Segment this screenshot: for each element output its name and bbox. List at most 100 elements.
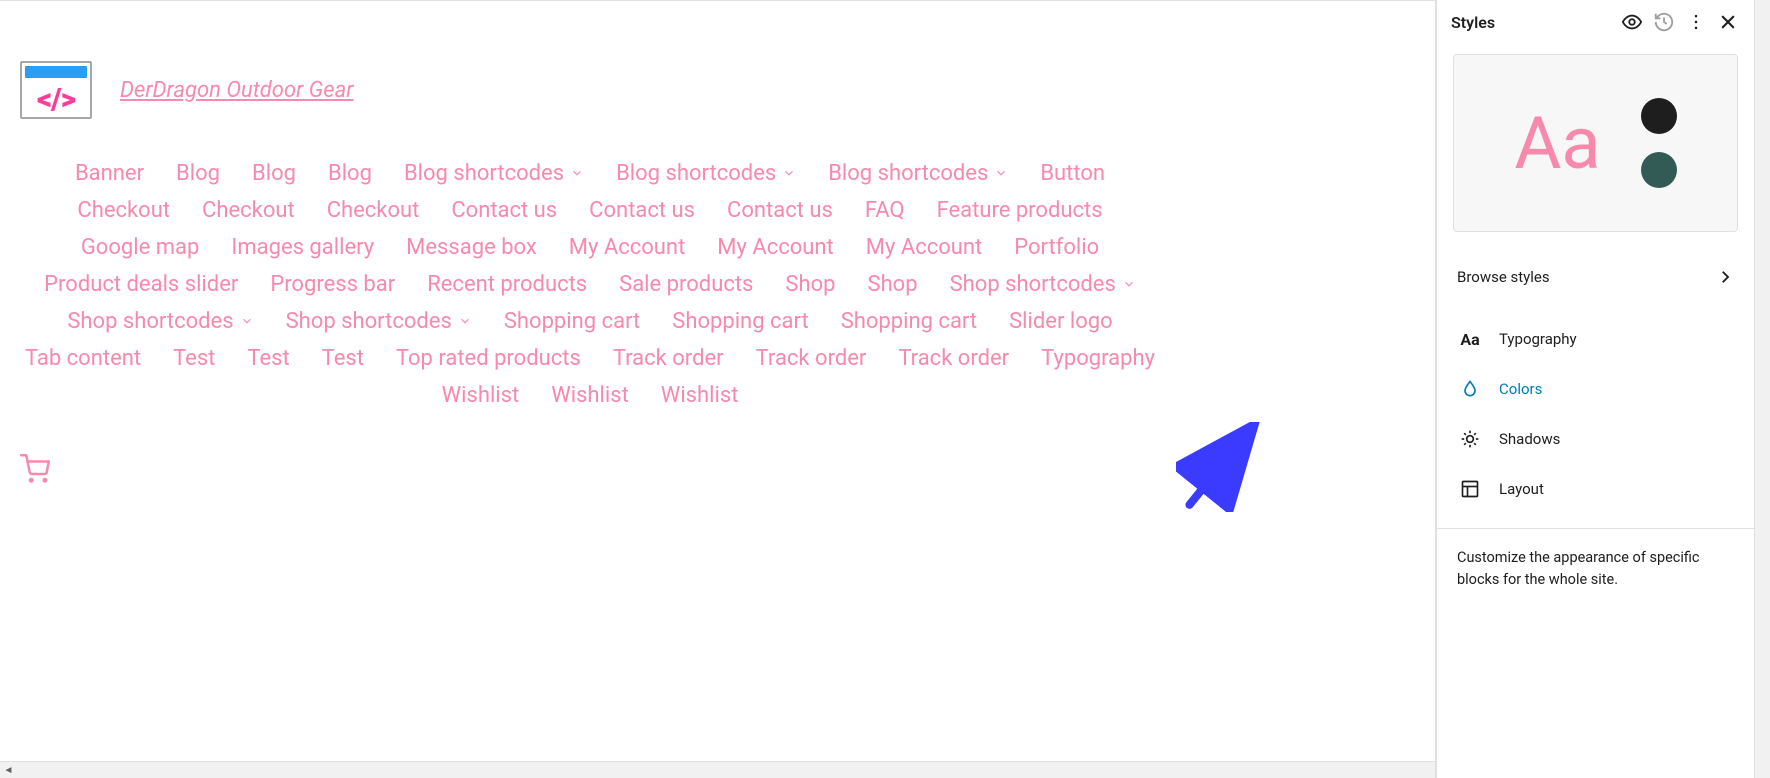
nav-item-label: Images gallery: [231, 235, 374, 260]
nav-item[interactable]: Blog shortcodes: [616, 161, 796, 186]
logo-body: </>: [22, 81, 90, 117]
nav-item-label: Contact us: [589, 198, 695, 223]
nav-item[interactable]: Track order: [898, 346, 1009, 371]
nav-item[interactable]: Track order: [613, 346, 724, 371]
nav-item-label: Sale products: [619, 272, 753, 297]
nav-item-label: Track order: [898, 346, 1009, 371]
nav-item-label: Google map: [81, 235, 200, 260]
nav-item-label: Contact us: [451, 198, 557, 223]
colors-icon: [1459, 378, 1481, 400]
logo-bar: [25, 66, 87, 78]
nav-item[interactable]: Shopping cart: [841, 309, 977, 334]
nav-item[interactable]: Portfolio: [1014, 235, 1099, 260]
horizontal-scrollbar[interactable]: ◄: [0, 761, 1435, 778]
nav-item[interactable]: Progress bar: [270, 272, 395, 297]
nav-item[interactable]: Google map: [81, 235, 200, 260]
swatch-secondary: [1641, 152, 1677, 188]
nav-item[interactable]: My Account: [866, 235, 982, 260]
typography-icon: Aa: [1459, 328, 1481, 350]
app-root: </> DerDragon Outdoor Gear Banner Blog Blo…: [0, 0, 1770, 778]
nav-item[interactable]: Button: [1040, 161, 1105, 186]
nav-item[interactable]: Message box: [406, 235, 537, 260]
nav-item[interactable]: Typography: [1041, 346, 1155, 371]
nav-item[interactable]: Tab content: [25, 346, 141, 371]
nav-item[interactable]: Test: [247, 346, 289, 371]
nav-item-label: Slider logo: [1009, 309, 1113, 334]
cart-icon[interactable]: [20, 469, 50, 488]
nav-item[interactable]: FAQ: [865, 198, 905, 223]
nav-item[interactable]: Images gallery: [231, 235, 374, 260]
nav-item[interactable]: Product deals slider: [44, 272, 238, 297]
code-icon: </>: [37, 82, 75, 117]
nav-item-label: Wishlist: [442, 383, 520, 408]
nav-item[interactable]: Blog: [328, 161, 372, 186]
nav-item[interactable]: Track order: [756, 346, 867, 371]
nav-item-label: Button: [1040, 161, 1105, 186]
nav-item-label: Recent products: [427, 272, 587, 297]
nav-item[interactable]: Wishlist: [661, 383, 739, 408]
nav-item-label: Shop shortcodes: [67, 309, 233, 334]
sidebar-title: Styles: [1451, 13, 1612, 32]
nav-item[interactable]: Banner: [75, 161, 144, 186]
style-option-shadows[interactable]: Shadows: [1437, 414, 1754, 464]
close-icon[interactable]: [1716, 10, 1740, 34]
nav-item-label: Blog shortcodes: [404, 161, 564, 186]
cart-row: [20, 454, 1415, 488]
swatch-primary: [1641, 98, 1677, 134]
nav-item[interactable]: Checkout: [202, 198, 295, 223]
style-book-icon[interactable]: [1620, 10, 1644, 34]
nav-item-label: Shop: [785, 272, 835, 297]
style-option-label: Layout: [1499, 480, 1544, 498]
nav-item[interactable]: Blog shortcodes: [828, 161, 1008, 186]
nav-item[interactable]: Shopping cart: [504, 309, 640, 334]
nav-item-label: My Account: [569, 235, 685, 260]
nav-item-label: Test: [247, 346, 289, 371]
nav-item[interactable]: Blog shortcodes: [404, 161, 584, 186]
nav-item[interactable]: Shop shortcodes: [67, 309, 253, 334]
nav-item[interactable]: Wishlist: [442, 383, 520, 408]
nav-item[interactable]: Feature products: [937, 198, 1103, 223]
nav-item[interactable]: Sale products: [619, 272, 753, 297]
nav-item-label: Shopping cart: [672, 309, 808, 334]
nav-item[interactable]: Shop: [868, 272, 918, 297]
site-title-link[interactable]: DerDragon Outdoor Gear: [120, 78, 353, 103]
nav-item[interactable]: My Account: [717, 235, 833, 260]
right-scrollbar[interactable]: [1754, 0, 1770, 778]
nav-item-label: Blog shortcodes: [828, 161, 988, 186]
scroll-left-icon[interactable]: ◄: [0, 762, 17, 778]
nav-item-label: FAQ: [865, 198, 905, 223]
nav-item[interactable]: Slider logo: [1009, 309, 1113, 334]
style-option-colors[interactable]: Colors: [1437, 364, 1754, 414]
site-logo[interactable]: </>: [20, 61, 92, 119]
nav-item[interactable]: Test: [173, 346, 215, 371]
nav-item[interactable]: Top rated products: [396, 346, 581, 371]
color-swatches: [1641, 98, 1677, 188]
editor-canvas[interactable]: </> DerDragon Outdoor Gear Banner Blog Blo…: [0, 1, 1435, 778]
nav-item-label: Shopping cart: [504, 309, 640, 334]
nav-item[interactable]: Shop: [785, 272, 835, 297]
browse-styles-row[interactable]: Browse styles: [1437, 250, 1754, 304]
nav-item[interactable]: My Account: [569, 235, 685, 260]
nav-item[interactable]: Wishlist: [551, 383, 629, 408]
typography-preview: Aa: [1514, 101, 1600, 186]
nav-item[interactable]: Checkout: [327, 198, 420, 223]
nav-item[interactable]: Test: [322, 346, 364, 371]
style-option-typography[interactable]: AaTypography: [1437, 314, 1754, 364]
nav-item[interactable]: Contact us: [451, 198, 557, 223]
nav-item[interactable]: Shop shortcodes: [286, 309, 472, 334]
nav-item[interactable]: Blog: [176, 161, 220, 186]
style-preview-card[interactable]: Aa: [1453, 54, 1738, 232]
nav-item-label: Track order: [613, 346, 724, 371]
nav-item-label: Shop shortcodes: [286, 309, 452, 334]
style-option-layout[interactable]: Layout: [1437, 464, 1754, 514]
nav-item[interactable]: Blog: [252, 161, 296, 186]
editor-canvas-wrap: </> DerDragon Outdoor Gear Banner Blog Blo…: [0, 0, 1436, 778]
nav-item[interactable]: Shop shortcodes: [950, 272, 1136, 297]
nav-item-label: Contact us: [727, 198, 833, 223]
nav-item[interactable]: Recent products: [427, 272, 587, 297]
nav-item[interactable]: Checkout: [77, 198, 170, 223]
nav-item[interactable]: Shopping cart: [672, 309, 808, 334]
nav-item[interactable]: Contact us: [589, 198, 695, 223]
nav-item[interactable]: Contact us: [727, 198, 833, 223]
more-menu-icon[interactable]: [1684, 10, 1708, 34]
